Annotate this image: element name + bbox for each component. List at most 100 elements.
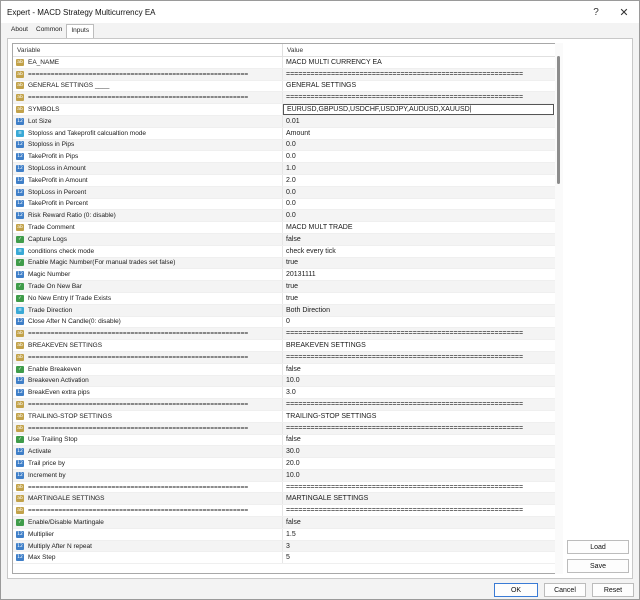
value-column-header[interactable]: Value — [283, 44, 303, 56]
input-row[interactable]: ab ======================================… — [13, 68, 558, 81]
value-cell[interactable]: 2.0 — [283, 175, 558, 186]
load-button[interactable]: Load — [567, 540, 629, 554]
value-cell[interactable]: 1.5 — [283, 529, 558, 540]
value-cell[interactable]: ========================================… — [283, 352, 558, 363]
input-row[interactable]: ≡ conditions check mode check every tick — [13, 245, 558, 258]
value-cell[interactable]: 0 — [283, 317, 558, 328]
value-cell[interactable]: check every tick — [283, 246, 558, 257]
value-cell[interactable]: BREAKEVEN SETTINGS — [283, 340, 558, 351]
value-cell[interactable]: ========================================… — [283, 505, 558, 516]
input-row[interactable]: ab ======================================… — [13, 328, 558, 341]
save-button[interactable]: Save — [567, 559, 629, 573]
input-row[interactable]: ✓ No New Entry If Trade Exists true — [13, 292, 558, 305]
input-row[interactable]: ≡ Trade Direction Both Direction — [13, 304, 558, 317]
input-row[interactable]: ✓ Enable Magic Number(For manual trades s… — [13, 257, 558, 270]
input-row[interactable]: 12 TakeProfit in Amount 2.0 — [13, 174, 558, 187]
value-cell[interactable]: 20.0 — [283, 458, 558, 469]
input-row[interactable]: 12 Risk Reward Ratio (0: disable) 0.0 — [13, 210, 558, 223]
input-row[interactable]: ab GENERAL SETTINGS ____ GENERAL SETTINGS — [13, 80, 558, 93]
input-row[interactable]: ab ======================================… — [13, 351, 558, 364]
close-icon[interactable]: ✕ — [609, 1, 639, 23]
input-row[interactable]: 12 Breakeven Activation 10.0 — [13, 375, 558, 388]
input-row[interactable]: ab Trade Comment MACD MULT TRADE — [13, 222, 558, 234]
value-cell[interactable]: 20131111 — [283, 269, 558, 280]
input-row[interactable]: ✓ Enable/Disable Martingale false — [13, 517, 558, 529]
value-cell[interactable]: Both Direction — [283, 305, 558, 316]
cancel-button[interactable]: Cancel — [544, 583, 586, 597]
value-cell[interactable]: 0.01 — [283, 116, 558, 127]
vertical-scrollbar[interactable] — [555, 43, 563, 574]
value-cell[interactable]: false — [283, 234, 558, 245]
value-cell[interactable]: 1.0 — [283, 163, 558, 174]
input-row[interactable]: 12 Multiply After N repeat 3 — [13, 540, 558, 553]
value-cell[interactable]: 0.0 — [283, 140, 558, 151]
value-cell[interactable]: MACD MULT TRADE — [283, 222, 558, 233]
input-row[interactable]: 12 TakeProfit in Percent 0.0 — [13, 198, 558, 211]
value-cell[interactable]: ========================================… — [283, 482, 558, 493]
value-cell[interactable]: true — [283, 281, 558, 292]
value-cell[interactable]: false — [283, 364, 558, 375]
input-row[interactable]: ab SYMBOLS EURUSD,GBPUSD,USDCHF,USDJPY,AUD… — [13, 104, 558, 116]
value-cell[interactable]: 3.0 — [283, 387, 558, 398]
input-row[interactable]: 12 Close After N Candle(0: disable) 0 — [13, 316, 558, 329]
reset-button[interactable]: Reset — [592, 583, 634, 597]
scrollbar-thumb[interactable] — [557, 56, 560, 184]
variable-column-header[interactable]: Variable — [13, 44, 283, 56]
value-cell[interactable]: TRAILING-STOP SETTINGS — [283, 411, 558, 422]
value-cell[interactable]: true — [283, 258, 558, 269]
value-cell[interactable]: 3 — [283, 541, 558, 552]
input-row[interactable]: ab TRAILING-STOP SETTINGS TRAILING-STOP SE… — [13, 410, 558, 423]
value-cell[interactable]: MACD MULTI CURRENCY EA — [283, 57, 558, 68]
value-cell[interactable]: ========================================… — [283, 69, 558, 80]
value-cell[interactable]: GENERAL SETTINGS — [283, 81, 558, 92]
value-cell[interactable]: ========================================… — [283, 423, 558, 434]
input-row[interactable]: 12 Magic Number 20131111 — [13, 269, 558, 282]
value-cell[interactable]: Amount — [283, 128, 558, 139]
input-row[interactable]: 12 Stoploss in Pips 0.0 — [13, 139, 558, 152]
input-row[interactable]: ab BREAKEVEN SETTINGS BREAKEVEN SETTINGS — [13, 340, 558, 352]
value-cell[interactable]: ========================================… — [283, 92, 558, 103]
value-cell[interactable]: 0.0 — [283, 151, 558, 162]
input-row[interactable]: ✓ Use Trailing Stop false — [13, 434, 558, 447]
input-row[interactable]: ab ======================================… — [13, 422, 558, 435]
tab-common[interactable]: Common — [32, 24, 66, 37]
value-cell[interactable]: false — [283, 517, 558, 528]
value-cell[interactable]: 0.0 — [283, 187, 558, 198]
input-row[interactable]: ✓ Capture Logs false — [13, 233, 558, 246]
input-row[interactable]: 12 TakeProfit in Pips 0.0 — [13, 151, 558, 164]
input-row[interactable]: 12 Lot Size 0.01 — [13, 115, 558, 128]
tab-about[interactable]: About — [7, 24, 32, 37]
value-cell[interactable]: 0.0 — [283, 210, 558, 221]
input-row[interactable]: 12 Max Step 5 — [13, 552, 558, 565]
value-cell[interactable]: ========================================… — [283, 328, 558, 339]
value-cell[interactable]: 10.0 — [283, 470, 558, 481]
value-input[interactable]: EURUSD,GBPUSD,USDCHF,USDJPY,AUDUSD,XAUUS… — [283, 104, 554, 116]
input-row[interactable]: ab ======================================… — [13, 481, 558, 494]
input-row[interactable]: 12 BreakEven extra pips 3.0 — [13, 387, 558, 400]
input-row[interactable]: ✓ Enable Breakeven false — [13, 363, 558, 376]
input-row[interactable]: 12 StopLoss in Amount 1.0 — [13, 163, 558, 175]
value-cell[interactable]: false — [283, 435, 558, 446]
help-icon[interactable]: ? — [583, 1, 609, 23]
input-row[interactable]: 12 Increment by 10.0 — [13, 469, 558, 482]
input-row[interactable]: ab ======================================… — [13, 505, 558, 518]
input-row[interactable]: ab MARTINGALE SETTINGS MARTINGALE SETTINGS — [13, 493, 558, 506]
tab-inputs[interactable]: Inputs — [66, 24, 95, 38]
value-cell[interactable]: 0.0 — [283, 199, 558, 210]
value-cell[interactable]: MARTINGALE SETTINGS — [283, 493, 558, 504]
input-row[interactable]: ab ======================================… — [13, 399, 558, 411]
input-row[interactable]: ✓ Trade On New Bar true — [13, 281, 558, 293]
value-cell[interactable]: ========================================… — [283, 399, 558, 410]
input-row[interactable]: ab ======================================… — [13, 92, 558, 105]
input-row[interactable]: ≡ Stoploss and Takeprofit calcualtion mod… — [13, 127, 558, 140]
value-cell[interactable]: 10.0 — [283, 376, 558, 387]
ok-button[interactable]: OK — [494, 583, 538, 597]
value-cell[interactable]: true — [283, 293, 558, 304]
value-cell[interactable]: 30.0 — [283, 446, 558, 457]
input-row[interactable]: 12 Trail price by 20.0 — [13, 458, 558, 470]
input-row[interactable]: 12 StopLoss in Percent 0.0 — [13, 186, 558, 199]
input-row[interactable]: 12 Activate 30.0 — [13, 446, 558, 459]
input-row[interactable]: ab EA_NAME MACD MULTI CURRENCY EA — [13, 57, 558, 69]
value-cell[interactable]: 5 — [283, 552, 558, 563]
input-row[interactable]: 12 Multiplier 1.5 — [13, 528, 558, 541]
